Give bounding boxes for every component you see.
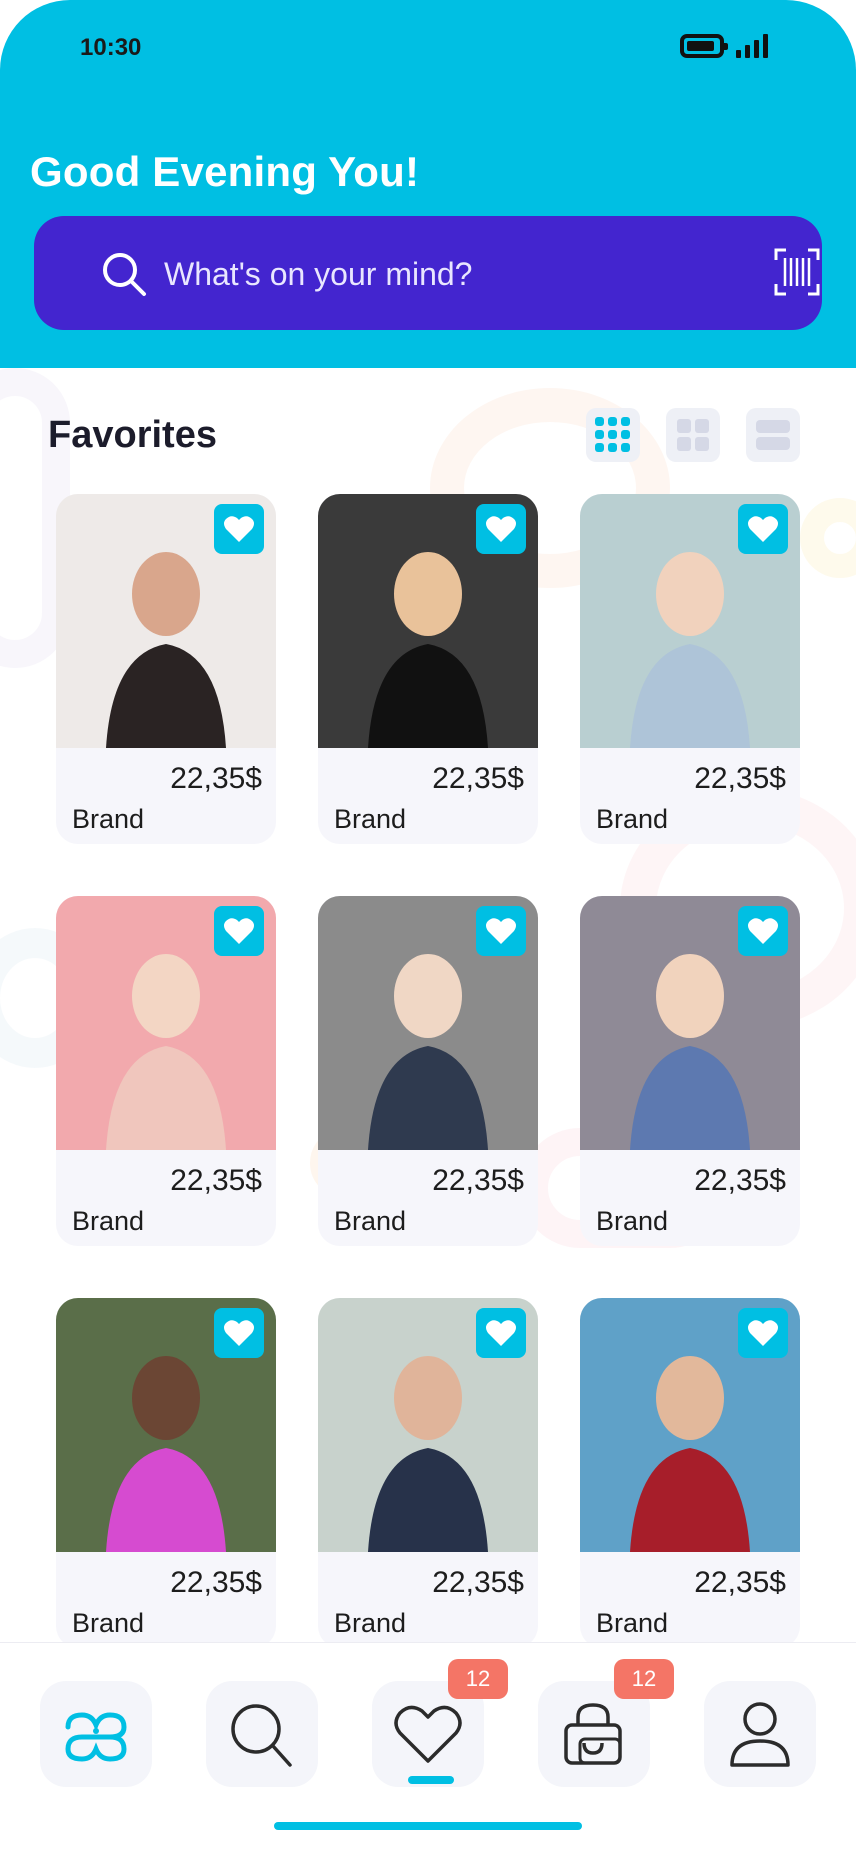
product-card[interactable]: 22,35$ Brand xyxy=(56,1298,276,1648)
nav-home[interactable] xyxy=(40,1681,152,1787)
grid-2-icon xyxy=(677,419,709,451)
product-card[interactable]: 22,35$ Brand xyxy=(56,896,276,1246)
header: 10:30 Good Evening You! What's on your m… xyxy=(0,0,856,368)
product-card[interactable]: 22,35$ Brand xyxy=(318,896,538,1246)
product-brand: Brand xyxy=(72,1206,145,1236)
profile-icon xyxy=(730,1702,790,1767)
heart-filled-icon xyxy=(224,516,254,542)
favorites-title: Favorites xyxy=(48,414,217,456)
list-view-button[interactable] xyxy=(746,408,800,462)
product-card[interactable]: 22,35$ Brand xyxy=(580,1298,800,1648)
product-brand: Brand xyxy=(334,804,407,834)
heart-filled-icon xyxy=(486,918,516,944)
search-icon xyxy=(231,1704,292,1767)
battery-icon xyxy=(680,34,728,58)
favorite-toggle[interactable] xyxy=(738,1308,788,1358)
bottom-navigation: 12 12 xyxy=(0,1642,856,1852)
search-bar[interactable]: What's on your mind? xyxy=(34,216,822,330)
product-brand: Brand xyxy=(596,804,669,834)
nav-cart[interactable]: 12 xyxy=(538,1659,674,1787)
favorite-toggle[interactable] xyxy=(214,906,264,956)
product-brand: Brand xyxy=(596,1206,669,1236)
product-price: 22,35$ xyxy=(432,762,524,795)
active-tab-indicator xyxy=(408,1776,454,1784)
grid-2-view-button[interactable] xyxy=(666,408,720,462)
product-brand: Brand xyxy=(334,1206,407,1236)
favorite-toggle[interactable] xyxy=(214,1308,264,1358)
nav-favorites[interactable]: 12 xyxy=(372,1659,508,1787)
search-icon xyxy=(103,253,146,296)
favorites-badge: 12 xyxy=(448,1659,508,1699)
product-card[interactable]: 22,35$ Brand xyxy=(318,494,538,844)
favorite-toggle[interactable] xyxy=(214,504,264,554)
product-brand: Brand xyxy=(334,1608,407,1638)
product-price: 22,35$ xyxy=(432,1566,524,1599)
search-input[interactable]: What's on your mind? xyxy=(164,256,472,293)
grid-3-view-button[interactable] xyxy=(586,408,640,462)
favorite-toggle[interactable] xyxy=(476,1308,526,1358)
nav-search[interactable] xyxy=(206,1681,318,1787)
cart-badge: 12 xyxy=(614,1659,674,1699)
product-brand: Brand xyxy=(596,1608,669,1638)
heart-filled-icon xyxy=(224,918,254,944)
favorite-toggle[interactable] xyxy=(476,906,526,956)
home-logo-icon xyxy=(65,1712,127,1762)
product-card[interactable]: 22,35$ Brand xyxy=(580,494,800,844)
product-price: 22,35$ xyxy=(170,1164,262,1197)
product-price: 22,35$ xyxy=(170,1566,262,1599)
favorite-toggle[interactable] xyxy=(738,906,788,956)
grid-3-icon xyxy=(595,417,630,452)
status-icons xyxy=(680,34,768,58)
product-price: 22,35$ xyxy=(694,762,786,795)
product-card[interactable]: 22,35$ Brand xyxy=(56,494,276,844)
product-price: 22,35$ xyxy=(694,1566,786,1599)
favorite-toggle[interactable] xyxy=(476,504,526,554)
home-indicator xyxy=(274,1822,582,1830)
list-icon xyxy=(756,420,790,450)
product-card[interactable]: 22,35$ Brand xyxy=(580,896,800,1246)
barcode-scan-icon[interactable] xyxy=(774,248,820,296)
product-brand: Brand xyxy=(72,1608,145,1638)
product-price: 22,35$ xyxy=(694,1164,786,1197)
favorite-toggle[interactable] xyxy=(738,504,788,554)
status-time: 10:30 xyxy=(80,34,142,61)
heart-filled-icon xyxy=(224,1320,254,1346)
nav-profile[interactable] xyxy=(704,1681,816,1787)
product-price: 22,35$ xyxy=(432,1164,524,1197)
product-card[interactable]: 22,35$ Brand xyxy=(318,1298,538,1648)
product-price: 22,35$ xyxy=(170,762,262,795)
heart-filled-icon xyxy=(486,516,516,542)
product-brand: Brand xyxy=(72,804,145,834)
greeting-title: Good Evening You! xyxy=(30,148,420,195)
heart-filled-icon xyxy=(748,516,778,542)
heart-filled-icon xyxy=(748,918,778,944)
signal-icon xyxy=(736,34,768,58)
heart-filled-icon xyxy=(748,1320,778,1346)
heart-filled-icon xyxy=(486,1320,516,1346)
